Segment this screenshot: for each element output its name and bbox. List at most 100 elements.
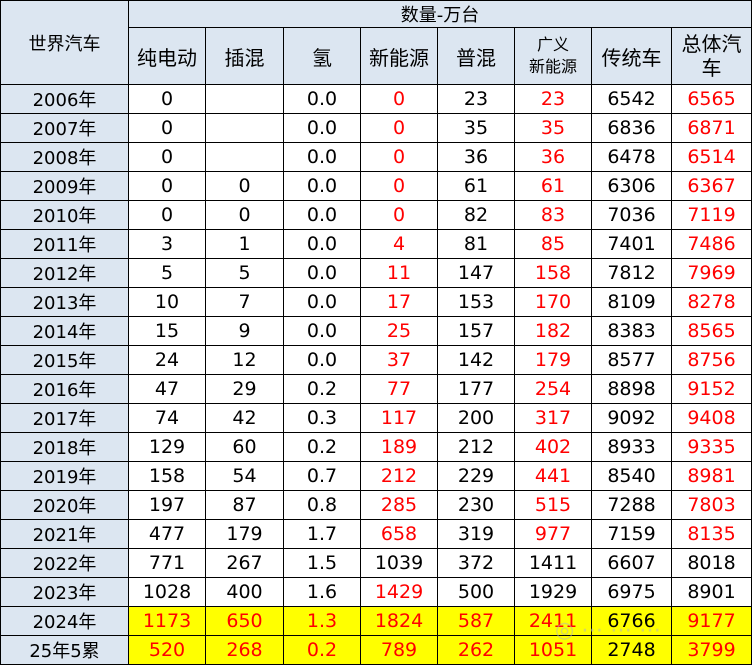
cell-total: 8756 [671,345,752,375]
cell-ice: 8109 [591,287,672,317]
cell-ice: 6836 [591,113,672,143]
row-year-label: 2021年 [0,519,129,549]
cell-nev: 285 [360,490,438,520]
cell-h2: 1.6 [283,577,361,607]
cell-broad-nev: 35 [514,113,592,143]
cell-phev: 9 [205,316,284,346]
cell-bev: 129 [128,432,206,462]
cell-h2: 0.2 [283,374,361,404]
table-row: 2018年 129 60 0.2 189 212 402 8933 9335 [0,432,752,462]
row-year-label: 2006年 [0,84,129,114]
table-row: 2023年 1028 400 1.6 1429 500 1929 6975 8901 [0,577,752,607]
cell-bev: 0 [128,84,206,114]
cell-broad-nev: 85 [514,229,592,259]
col-header-h2: 氢 [283,27,361,85]
cell-nev: 17 [360,287,438,317]
col-header-phev: 插混 [205,27,284,85]
cell-nev: 789 [360,635,438,665]
cell-bev: 3 [128,229,206,259]
table-row: 2014年 15 9 0.0 25 157 182 8383 8565 [0,316,752,346]
cell-h2: 0.0 [283,229,361,259]
cell-phev: 268 [205,635,284,665]
cell-total: 7486 [671,229,752,259]
cell-bev: 520 [128,635,206,665]
row-year-label: 2014年 [0,316,129,346]
cell-h2: 0.2 [283,635,361,665]
cell-ice: 7159 [591,519,672,549]
cell-ice: 7036 [591,200,672,230]
table-row: 2006年 0 0.0 0 23 23 6542 6565 [0,84,752,114]
row-year-label: 2017年 [0,403,129,433]
cell-broad-nev: 2411 [514,606,592,636]
cell-total: 8135 [671,519,752,549]
cell-phev [205,113,284,143]
cell-broad-nev: 182 [514,316,592,346]
table-row: 25年5累 520 268 0.2 789 262 1051 2748 3799 [0,635,752,665]
cell-nev: 4 [360,229,438,259]
row-year-label: 2023年 [0,577,129,607]
cell-total: 8981 [671,461,752,491]
cell-broad-nev: 83 [514,200,592,230]
cell-ice: 9092 [591,403,672,433]
cell-h2: 1.7 [283,519,361,549]
cell-h2: 0.0 [283,171,361,201]
cell-nev: 25 [360,316,438,346]
row-year-label: 2009年 [0,171,129,201]
cell-broad-nev: 441 [514,461,592,491]
cell-h2: 1.3 [283,606,361,636]
cell-hev: 500 [437,577,515,607]
cell-nev: 1824 [360,606,438,636]
table-row: 2016年 47 29 0.2 77 177 254 8898 9152 [0,374,752,404]
cell-hev: 61 [437,171,515,201]
cell-nev: 117 [360,403,438,433]
cell-hev: 142 [437,345,515,375]
cell-hev: 157 [437,316,515,346]
cell-bev: 5 [128,258,206,288]
cell-h2: 0.0 [283,84,361,114]
col-header-bev: 纯电动 [128,27,206,85]
cell-ice: 8898 [591,374,672,404]
cell-total: 9152 [671,374,752,404]
table-row: 2013年 10 7 0.0 17 153 170 8109 8278 [0,287,752,317]
cell-total: 8901 [671,577,752,607]
cell-ice: 8933 [591,432,672,462]
table-row: 2022年 771 267 1.5 1039 372 1411 6607 8018 [0,548,752,578]
cell-hev: 177 [437,374,515,404]
group-title: 数量-万台 [128,0,752,28]
cell-nev: 0 [360,113,438,143]
cell-phev: 29 [205,374,284,404]
cell-phev: 1 [205,229,284,259]
cell-phev: 54 [205,461,284,491]
cell-broad-nev: 1051 [514,635,592,665]
col-header-broad-nev: 广义 新能源 [514,27,592,85]
cell-broad-nev: 36 [514,142,592,172]
cell-ice: 7401 [591,229,672,259]
cell-broad-nev: 402 [514,432,592,462]
cell-total: 8565 [671,316,752,346]
cell-nev: 189 [360,432,438,462]
table-row: 2011年 3 1 0.0 4 81 85 7401 7486 [0,229,752,259]
corner-label: 世界汽车 [0,0,129,85]
data-table: 世界汽车 数量-万台 纯电动 插混 氢 新能源 普混 广义 新能源 传统车 总体… [0,0,752,665]
col-header-nev: 新能源 [360,27,438,85]
cell-phev: 42 [205,403,284,433]
table-row: 2020年 197 87 0.8 285 230 515 7288 7803 [0,490,752,520]
cell-h2: 0.3 [283,403,361,433]
table-row: 2010年 0 0 0.0 0 82 83 7036 7119 [0,200,752,230]
row-year-label: 2013年 [0,287,129,317]
cell-phev: 179 [205,519,284,549]
col-header-hev: 普混 [437,27,515,85]
cell-broad-nev: 515 [514,490,592,520]
cell-phev: 60 [205,432,284,462]
col-header-broad-nev-line1: 广义 [536,35,569,54]
cell-hev: 23 [437,84,515,114]
table-row: 2017年 74 42 0.3 117 200 317 9092 9408 [0,403,752,433]
cell-nev: 1429 [360,577,438,607]
cell-h2: 0.0 [283,113,361,143]
cell-total: 3799 [671,635,752,665]
cell-broad-nev: 158 [514,258,592,288]
row-year-label: 2024年 [0,606,129,636]
cell-total: 9335 [671,432,752,462]
cell-nev: 11 [360,258,438,288]
cell-ice: 6766 [591,606,672,636]
